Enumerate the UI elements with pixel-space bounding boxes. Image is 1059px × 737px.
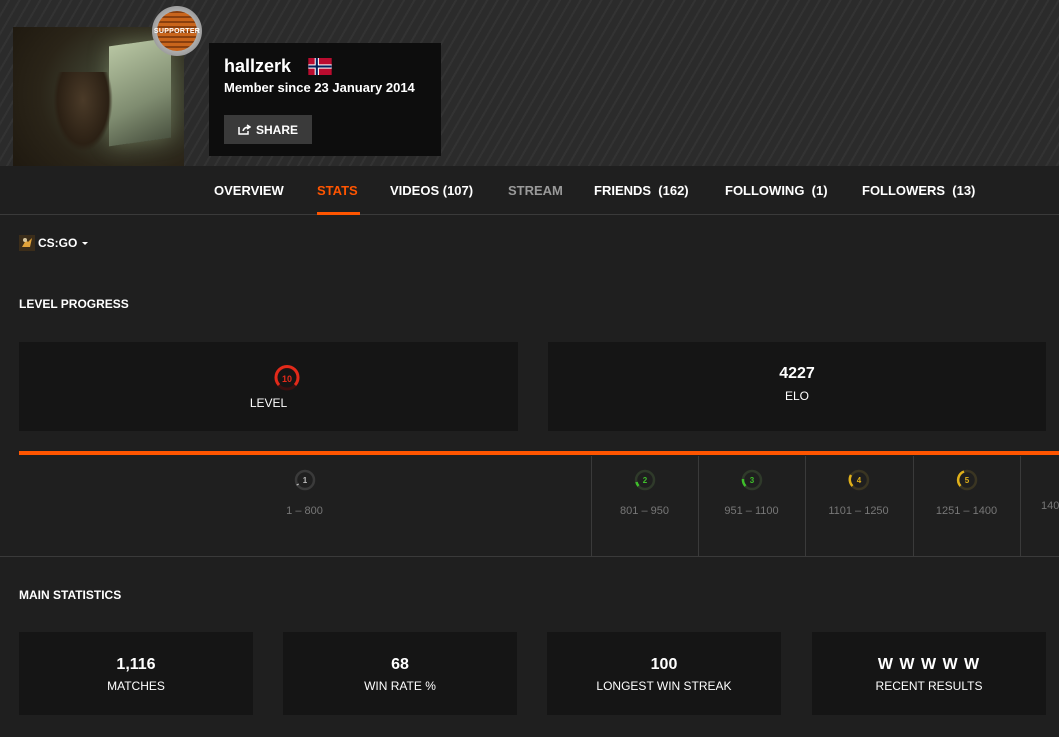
level-number: 2 — [642, 476, 647, 485]
level-range: 1401 – 1550 — [1041, 500, 1059, 512]
level-2-icon: 2 — [634, 469, 655, 491]
tab-stats[interactable]: STATS — [317, 183, 358, 198]
profile-info-box: hallzerk Member since 23 January 2014 SH… — [209, 43, 441, 156]
level-number: 5 — [964, 476, 969, 485]
game-selector[interactable]: CS:GO — [19, 235, 90, 251]
supporter-label: SUPPORTER — [153, 27, 201, 35]
level-3-icon: 3 — [741, 469, 762, 491]
level-4-icon: 4 — [848, 469, 869, 491]
level-range: 951 – 1100 — [724, 505, 779, 517]
stat-value: 100 — [650, 656, 678, 673]
share-button[interactable]: SHARE — [224, 115, 312, 144]
stat-value: 68 — [391, 656, 409, 673]
level-value: 10 — [282, 374, 292, 384]
level-range: 801 – 950 — [620, 505, 669, 517]
stat-label: LONGEST WIN STREAK — [596, 679, 732, 693]
active-tab-indicator — [317, 212, 360, 215]
level-range: 1 – 800 — [286, 505, 323, 517]
level-3-item: 3 951 – 1100 — [698, 468, 805, 517]
level-number: 1 — [302, 476, 307, 485]
stat-card-longest-win-streak: 100 LONGEST WIN STREAK — [547, 632, 781, 715]
level-10-icon: 10 — [274, 365, 300, 391]
csgo-icon — [19, 235, 35, 251]
stat-card-win-rate: 68 WIN RATE % — [283, 632, 517, 715]
level-5-icon: 5 — [956, 469, 977, 491]
level-progress-title: LEVEL PROGRESS — [19, 297, 129, 311]
recent-results-value: W W W W W — [877, 656, 981, 673]
level-1-item: 1 1 – 800 — [251, 468, 358, 517]
stat-value: 1,116 — [116, 656, 156, 673]
level-card: 10 LEVEL — [19, 342, 518, 431]
main-statistics-title: MAIN STATISTICS — [19, 588, 122, 602]
chevron-down-icon — [82, 242, 89, 245]
norway-flag-icon — [308, 58, 332, 75]
level-label: LEVEL — [249, 396, 288, 410]
section-divider — [0, 556, 1059, 557]
tab-friends[interactable]: FRIENDS (162) — [594, 183, 689, 198]
member-since: Member since 23 January 2014 — [224, 80, 415, 95]
supporter-badge: SUPPORTER — [152, 6, 202, 56]
elo-value: 4227 — [779, 365, 815, 382]
level-range: 1251 – 1400 — [935, 505, 998, 517]
tab-followers[interactable]: FOLLOWERS (13) — [862, 183, 975, 198]
tab-overview[interactable]: OVERVIEW — [214, 183, 284, 198]
level-1-icon: 1 — [294, 469, 315, 491]
username: hallzerk — [224, 56, 292, 76]
level-5-item: 5 1251 – 1400 — [913, 468, 1020, 517]
tab-following[interactable]: FOLLOWING (1) — [725, 183, 828, 198]
tab-videos[interactable]: VIDEOS (107) — [390, 183, 473, 198]
level-6-item: 1401 – 1550 — [1020, 468, 1059, 512]
elo-label: ELO — [784, 389, 809, 403]
stat-card-recent-results: W W W W W RECENT RESULTS — [812, 632, 1046, 715]
stat-label: RECENT RESULTS — [875, 679, 983, 693]
level-number: 4 — [856, 476, 861, 485]
share-icon — [238, 124, 251, 135]
level-2-item: 2 801 – 950 — [591, 468, 698, 517]
tab-stream[interactable]: STREAM — [508, 183, 563, 198]
level-progress-bar — [19, 451, 1059, 455]
avatar-monitor — [109, 37, 171, 147]
level-4-item: 4 1101 – 1250 — [805, 468, 912, 517]
stat-label: MATCHES — [107, 679, 165, 693]
level-range: 1101 – 1250 — [828, 505, 889, 517]
game-selected-label: CS:GO — [38, 236, 78, 250]
share-label: SHARE — [255, 122, 298, 137]
avatar-person — [53, 72, 113, 152]
level-number: 3 — [749, 476, 754, 485]
stat-label: WIN RATE % — [364, 679, 436, 693]
stat-card-matches: 1,116 MATCHES — [19, 632, 253, 715]
elo-card: 4227 ELO — [548, 342, 1046, 431]
